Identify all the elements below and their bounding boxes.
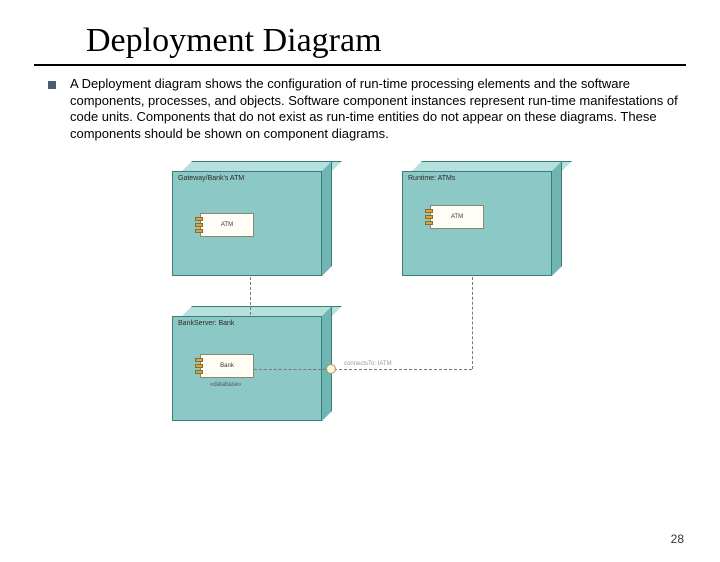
description-paragraph: A Deployment diagram shows the configura…: [70, 76, 686, 143]
square-bullet-icon: [48, 81, 56, 89]
interface-lollipop-icon: [326, 364, 336, 374]
component-label: Bank: [201, 355, 253, 371]
deployment-diagram: Gateway/Bank's ATM ATM Runtime: ATMs ATM…: [152, 161, 582, 431]
connector-horizontal: [254, 369, 326, 370]
component-bank: Bank: [200, 354, 254, 378]
node-side-face: [322, 161, 332, 276]
connector-horizontal: [334, 369, 472, 370]
connector-vertical: [250, 277, 251, 315]
node-top-face: [182, 161, 342, 171]
component-label: ATM: [201, 214, 253, 230]
connector-vertical: [472, 277, 473, 369]
page-number: 28: [671, 532, 684, 546]
component-prongs-icon: [195, 358, 201, 376]
bullet-row: A Deployment diagram shows the configura…: [48, 76, 686, 143]
node-label: BankServer: Bank: [178, 320, 234, 327]
node-top-face: [412, 161, 572, 171]
node-label: Runtime: ATMs: [408, 175, 455, 182]
interface-label: connectsTo: IATM: [344, 361, 392, 367]
component-atm: ATM: [430, 205, 484, 229]
node-side-face: [552, 161, 562, 276]
node-top-face: [182, 306, 342, 316]
node-bank-server: BankServer: Bank Bank «database»: [172, 306, 332, 421]
page-title: Deployment Diagram: [86, 22, 720, 60]
node-label: Gateway/Bank's ATM: [178, 175, 244, 182]
component-atm: ATM: [200, 213, 254, 237]
component-stereotype: «database»: [210, 382, 241, 388]
component-prongs-icon: [195, 217, 201, 235]
component-prongs-icon: [425, 209, 431, 227]
component-label: ATM: [431, 206, 483, 222]
body-content: A Deployment diagram shows the configura…: [0, 76, 720, 431]
title-underline: [34, 64, 686, 66]
node-gateway-atm: Gateway/Bank's ATM ATM: [172, 161, 332, 276]
node-runtime-atms: Runtime: ATMs ATM: [402, 161, 562, 276]
